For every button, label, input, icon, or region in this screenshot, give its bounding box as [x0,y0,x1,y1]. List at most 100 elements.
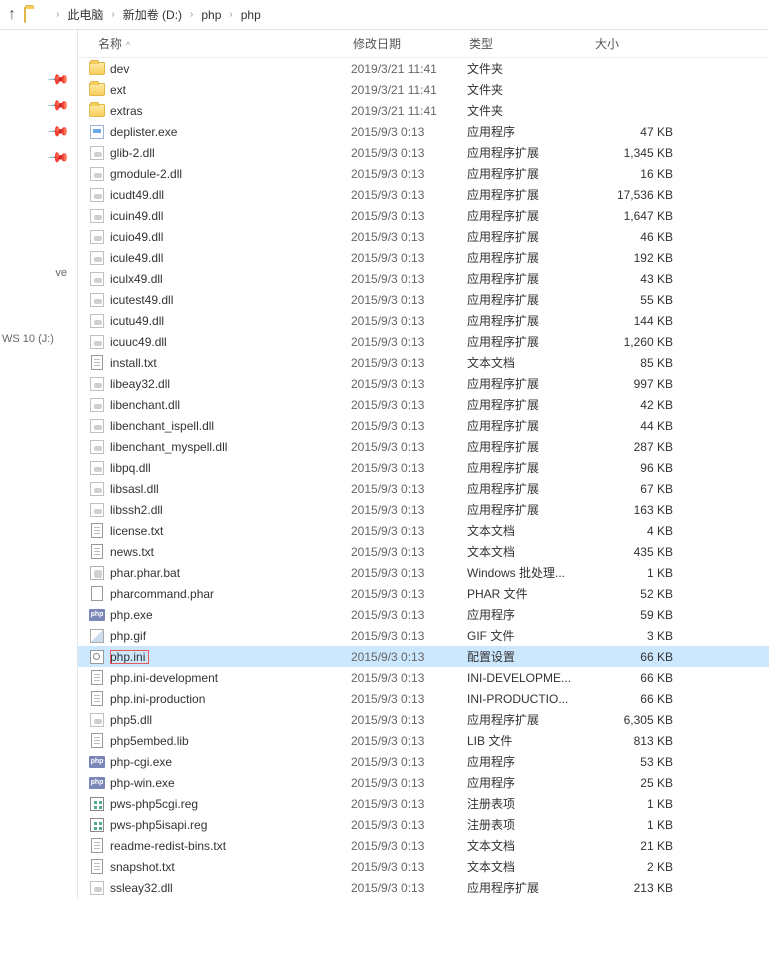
quick-access-item[interactable] [0,40,77,66]
file-row[interactable]: php.ini2015/9/3 0:13配置设置66 KB [78,646,769,667]
file-size: 3 KB [593,629,673,643]
pin-icon: 📌 [46,119,70,143]
file-row[interactable]: php.gif2015/9/3 0:13GIF 文件3 KB [78,625,769,646]
file-name: iculx49.dll [110,272,351,286]
file-row[interactable]: icudt49.dll2015/9/3 0:13应用程序扩展17,536 KB [78,184,769,205]
crumb-folder-2[interactable]: php [241,8,261,22]
file-row[interactable]: pws-php5cgi.reg2015/9/3 0:13注册表项1 KB [78,793,769,814]
file-row[interactable]: libenchant.dll2015/9/3 0:13应用程序扩展42 KB [78,394,769,415]
file-row[interactable]: php5.dll2015/9/3 0:13应用程序扩展6,305 KB [78,709,769,730]
file-row[interactable]: libssh2.dll2015/9/3 0:13应用程序扩展163 KB [78,499,769,520]
file-name: gmodule-2.dll [110,167,351,181]
dll-icon [88,208,106,224]
file-row[interactable]: readme-redist-bins.txt2015/9/3 0:13文本文档2… [78,835,769,856]
file-type: LIB 文件 [467,732,593,749]
file-row[interactable]: libsasl.dll2015/9/3 0:13应用程序扩展67 KB [78,478,769,499]
file-type: 应用程序 [467,753,593,770]
crumb-folder-1[interactable]: php [201,8,221,22]
file-row[interactable]: libeay32.dll2015/9/3 0:13应用程序扩展997 KB [78,373,769,394]
file-type: 文本文档 [467,522,593,539]
dll-icon [88,397,106,413]
file-date: 2015/9/3 0:13 [351,230,467,244]
file-row[interactable]: libenchant_myspell.dll2015/9/3 0:13应用程序扩… [78,436,769,457]
quick-access-item[interactable]: 📌 [0,144,77,170]
file-row[interactable]: phar.phar.bat2015/9/3 0:13Windows 批处理...… [78,562,769,583]
nav-item-drive[interactable]: WS 10 (J:) [0,326,77,352]
file-row[interactable]: extras2019/3/21 11:41文件夹 [78,100,769,121]
quick-access-item[interactable]: 📌 [0,92,77,118]
crumb-drive[interactable]: 新加卷 (D:) [123,6,182,23]
file-name: libssh2.dll [110,503,351,517]
file-name: libenchant_ispell.dll [110,419,351,433]
file-date: 2015/9/3 0:13 [351,755,467,769]
file-row[interactable]: icuin49.dll2015/9/3 0:13应用程序扩展1,647 KB [78,205,769,226]
file-row[interactable]: phpphp-win.exe2015/9/3 0:13应用程序25 KB [78,772,769,793]
file-name: icudt49.dll [110,188,351,202]
php-icon: php [88,754,106,770]
file-name: libsasl.dll [110,482,351,496]
file-row[interactable]: libpq.dll2015/9/3 0:13应用程序扩展96 KB [78,457,769,478]
file-size: 435 KB [593,545,673,559]
file-date: 2015/9/3 0:13 [351,839,467,853]
file-date: 2019/3/21 11:41 [351,62,467,76]
file-row[interactable]: dev2019/3/21 11:41文件夹 [78,58,769,79]
file-row[interactable]: ext2019/3/21 11:41文件夹 [78,79,769,100]
file-row[interactable]: icutu49.dll2015/9/3 0:13应用程序扩展144 KB [78,310,769,331]
dll-icon [88,439,106,455]
file-row[interactable]: phpphp-cgi.exe2015/9/3 0:13应用程序53 KB [78,751,769,772]
file-row[interactable]: icuuc49.dll2015/9/3 0:13应用程序扩展1,260 KB [78,331,769,352]
file-date: 2015/9/3 0:13 [351,629,467,643]
file-row[interactable]: php5embed.lib2015/9/3 0:13LIB 文件813 KB [78,730,769,751]
file-size: 55 KB [593,293,673,307]
breadcrumb[interactable]: ↑ › 此电脑 › 新加卷 (D:) › php › php [0,0,769,30]
dll-icon [88,271,106,287]
file-row[interactable]: phpphp.exe2015/9/3 0:13应用程序59 KB [78,604,769,625]
chevron-right-icon[interactable]: › [190,9,193,20]
file-date: 2015/9/3 0:13 [351,335,467,349]
file-row[interactable]: snapshot.txt2015/9/3 0:13文本文档2 KB [78,856,769,877]
file-name: libenchant.dll [110,398,351,412]
file-date: 2015/9/3 0:13 [351,503,467,517]
header-type[interactable]: 类型 [469,35,595,52]
file-date: 2015/9/3 0:13 [351,566,467,580]
header-name[interactable]: 名称^ [98,35,353,52]
file-row[interactable]: php.ini-development2015/9/3 0:13INI-DEVE… [78,667,769,688]
up-arrow-icon[interactable]: ↑ [8,6,16,24]
file-date: 2015/9/3 0:13 [351,356,467,370]
file-row[interactable]: glib-2.dll2015/9/3 0:13应用程序扩展1,345 KB [78,142,769,163]
file-row[interactable]: license.txt2015/9/3 0:13文本文档4 KB [78,520,769,541]
header-size[interactable]: 大小 [595,35,680,52]
file-date: 2015/9/3 0:13 [351,545,467,559]
file-row[interactable]: news.txt2015/9/3 0:13文本文档435 KB [78,541,769,562]
quick-access-item[interactable]: 📌 [0,66,77,92]
file-type: 应用程序扩展 [467,711,593,728]
file-row[interactable]: install.txt2015/9/3 0:13文本文档85 KB [78,352,769,373]
chevron-right-icon[interactable]: › [111,9,114,20]
file-row[interactable]: icuio49.dll2015/9/3 0:13应用程序扩展46 KB [78,226,769,247]
file-name: pws-php5isapi.reg [110,818,351,832]
file-size: 1,260 KB [593,335,673,349]
header-date[interactable]: 修改日期 [353,35,469,52]
file-row[interactable]: ssleay32.dll2015/9/3 0:13应用程序扩展213 KB [78,877,769,898]
file-type: GIF 文件 [467,627,593,644]
file-row[interactable]: icutest49.dll2015/9/3 0:13应用程序扩展55 KB [78,289,769,310]
crumb-computer[interactable]: 此电脑 [67,6,103,23]
file-name: dev [110,62,351,76]
nav-item[interactable]: ve [0,260,77,286]
file-row[interactable]: deplister.exe2015/9/3 0:13应用程序47 KB [78,121,769,142]
quick-access-item[interactable]: 📌 [0,118,77,144]
file-size: 21 KB [593,839,673,853]
file-row[interactable]: iculx49.dll2015/9/3 0:13应用程序扩展43 KB [78,268,769,289]
file-row[interactable]: gmodule-2.dll2015/9/3 0:13应用程序扩展16 KB [78,163,769,184]
file-row[interactable]: php.ini-production2015/9/3 0:13INI-PRODU… [78,688,769,709]
chevron-right-icon[interactable]: › [56,9,59,20]
file-row[interactable]: libenchant_ispell.dll2015/9/3 0:13应用程序扩展… [78,415,769,436]
file-row[interactable]: pws-php5isapi.reg2015/9/3 0:13注册表项1 KB [78,814,769,835]
file-name: news.txt [110,545,351,559]
file-date: 2015/9/3 0:13 [351,146,467,160]
chevron-right-icon[interactable]: › [229,9,232,20]
php-icon: php [88,607,106,623]
file-row[interactable]: pharcommand.phar2015/9/3 0:13PHAR 文件52 K… [78,583,769,604]
file-row[interactable]: icule49.dll2015/9/3 0:13应用程序扩展192 KB [78,247,769,268]
file-type: 配置设置 [467,648,593,665]
